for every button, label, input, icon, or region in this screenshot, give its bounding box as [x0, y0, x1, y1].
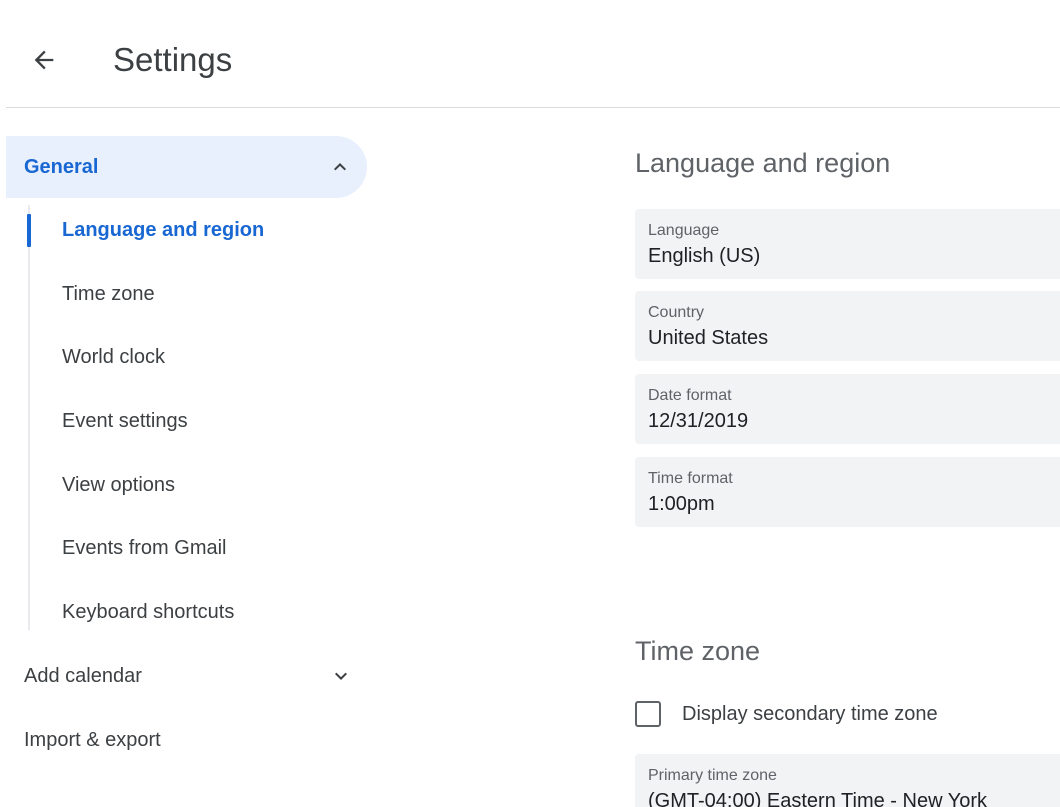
- sidebar-item-view-options[interactable]: View options: [62, 465, 352, 505]
- nav-import-export[interactable]: Import & export: [24, 718, 364, 762]
- nav-import-export-label: Import & export: [24, 729, 161, 751]
- sidebar-item-time-zone[interactable]: Time zone: [62, 274, 352, 314]
- time-format-value: 1:00pm: [648, 493, 715, 515]
- time-format-field[interactable]: Time format 1:00pm: [635, 457, 1060, 527]
- country-label: Country: [648, 304, 705, 321]
- date-format-value: 12/31/2019: [648, 410, 749, 432]
- primary-time-zone-label: Primary time zone: [648, 767, 777, 784]
- main-content: Language and region Language English (US…: [590, 108, 1060, 807]
- chevron-down-icon: [335, 672, 347, 680]
- language-label: Language: [648, 222, 720, 239]
- section-title-time-zone: Time zone: [635, 636, 761, 666]
- time-format-label: Time format: [648, 470, 733, 487]
- section-title-language-region: Language and region: [635, 148, 891, 178]
- arrow-back-icon: [34, 50, 54, 70]
- nav-add-calendar-label: Add calendar: [24, 665, 142, 687]
- country-value: United States: [648, 327, 769, 349]
- primary-time-zone-field[interactable]: Primary time zone (GMT-04:00) Eastern Ti…: [635, 754, 1060, 807]
- date-format-label: Date format: [648, 387, 732, 404]
- language-value: English (US): [648, 245, 761, 267]
- sidebar-item-event-settings[interactable]: Event settings: [62, 401, 352, 441]
- secondary-time-zone-checkbox[interactable]: [635, 701, 661, 727]
- chevron-up-icon: [334, 163, 346, 171]
- secondary-time-zone-label: Display secondary time zone: [682, 703, 938, 725]
- nav-add-calendar[interactable]: Add calendar: [24, 654, 364, 698]
- sidebar-item-language-and-region[interactable]: Language and region: [62, 210, 352, 250]
- language-field[interactable]: Language English (US): [635, 209, 1060, 279]
- sidebar-item-keyboard-shortcuts[interactable]: Keyboard shortcuts: [62, 592, 352, 632]
- secondary-time-zone-checkbox-row[interactable]: Display secondary time zone: [635, 697, 1055, 733]
- sidebar: General Language and region Time zone Wo…: [0, 108, 380, 807]
- country-field[interactable]: Country United States: [635, 291, 1060, 361]
- primary-time-zone-value: (GMT-04:00) Eastern Time - New York: [648, 790, 988, 807]
- nav-general[interactable]: General: [6, 136, 367, 198]
- active-indicator: [27, 214, 31, 247]
- nav-general-label: General: [24, 155, 99, 178]
- back-button[interactable]: [22, 38, 66, 82]
- sidebar-item-world-clock[interactable]: World clock: [62, 337, 352, 377]
- sub-nav-rail: [28, 205, 30, 630]
- header: Settings: [0, 0, 1060, 108]
- date-format-field[interactable]: Date format 12/31/2019: [635, 374, 1060, 444]
- sidebar-item-events-from-gmail[interactable]: Events from Gmail: [62, 528, 352, 568]
- page-title: Settings: [113, 41, 233, 78]
